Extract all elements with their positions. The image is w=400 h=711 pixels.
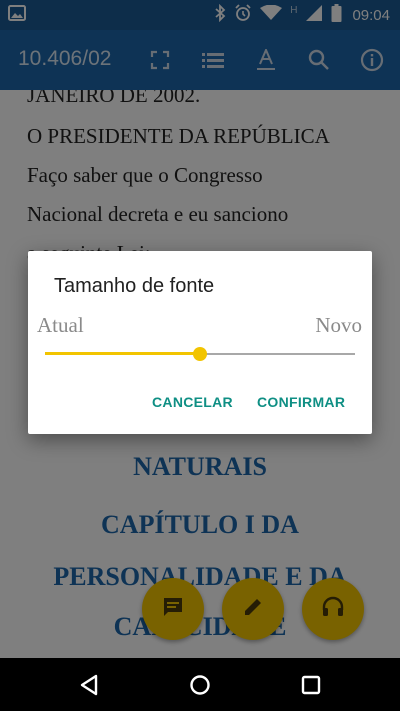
label-new: Novo (315, 313, 362, 337)
slider-thumb[interactable] (193, 347, 207, 361)
font-size-dialog: Tamanho de fonte Atual Novo CANCELAR CON… (28, 251, 372, 434)
navigation-bar (0, 658, 400, 711)
back-icon[interactable] (74, 670, 104, 700)
recents-icon[interactable] (296, 670, 326, 700)
home-icon[interactable] (185, 670, 215, 700)
slider-fill (45, 352, 200, 355)
font-size-slider[interactable] (45, 345, 355, 363)
label-current: Atual (37, 313, 84, 337)
dialog-title: Tamanho de fonte (54, 275, 215, 297)
confirm-button[interactable]: CONFIRMAR (257, 394, 345, 410)
cancel-button[interactable]: CANCELAR (152, 394, 233, 410)
